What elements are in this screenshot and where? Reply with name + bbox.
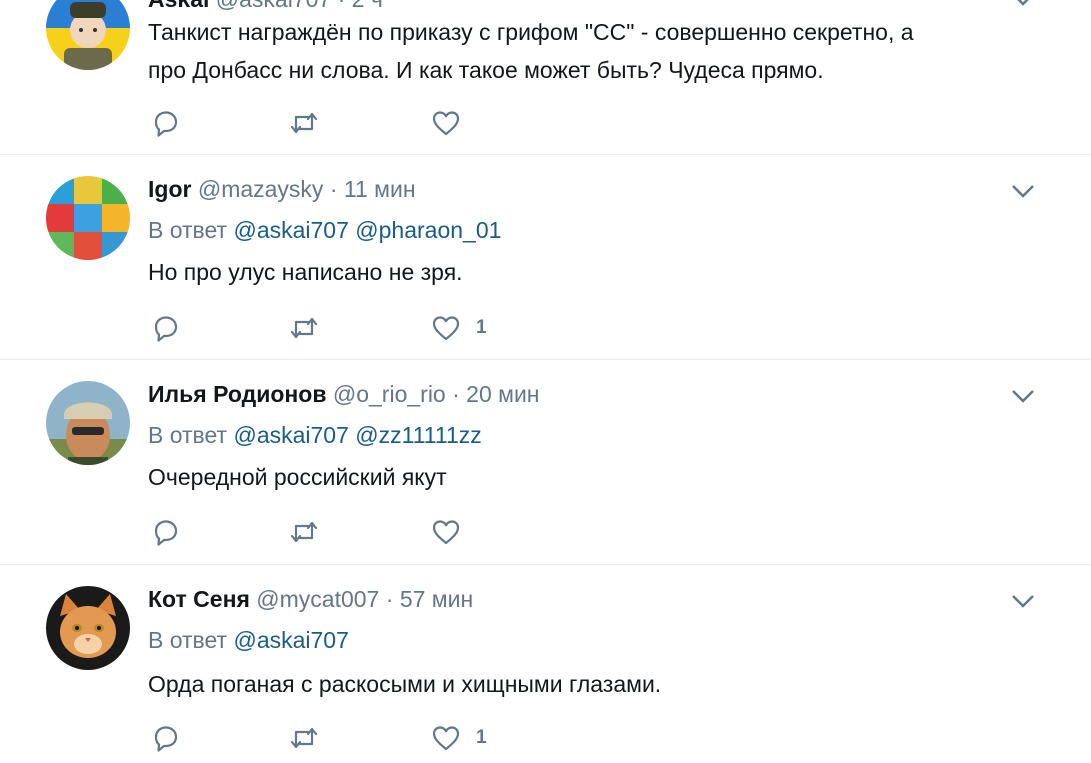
like-icon	[432, 520, 460, 545]
like-button[interactable]	[430, 107, 476, 139]
like-icon	[432, 726, 460, 751]
reply-context: В ответ @askai707	[148, 627, 349, 654]
mention-link[interactable]: @askai707	[233, 627, 348, 653]
separator: ·	[338, 0, 346, 12]
tweet: Askai @askai707 · 2 ч Танкист награждён …	[0, 0, 1091, 154]
like-icon	[432, 316, 460, 341]
chevron-down-icon[interactable]	[1010, 592, 1036, 610]
retweet-icon	[290, 521, 318, 543]
avatar[interactable]	[46, 586, 130, 670]
reply-context: В ответ @askai707 @zz11111zz	[148, 422, 482, 449]
avatar[interactable]	[46, 176, 130, 260]
mention-link[interactable]: @pharaon_01	[355, 217, 501, 243]
tweet-text-line: Танкист награждён по приказу с грифом "С…	[148, 19, 914, 45]
retweet-icon	[290, 112, 318, 134]
tweet-text: Танкист награждён по приказу с грифом "С…	[148, 13, 914, 89]
tweet: Кот Сеня @mycat007 · 57 мин В ответ @ask…	[0, 565, 1091, 763]
reply-icon	[154, 726, 178, 752]
reply-icon	[154, 520, 178, 546]
retweet-button[interactable]	[288, 312, 320, 344]
display-name[interactable]: Кот Сеня	[148, 586, 250, 612]
reply-icon	[154, 316, 178, 342]
like-count: 1	[476, 317, 487, 338]
like-count: 1	[476, 727, 487, 748]
tweet-actions: 1	[150, 722, 550, 756]
mention-link[interactable]: @askai707	[233, 422, 348, 448]
display-name[interactable]: Askai	[148, 0, 209, 12]
tweet-header: Igor @mazaysky · 11 мин	[148, 176, 416, 203]
user-handle[interactable]: @mazaysky	[198, 176, 324, 202]
retweet-icon	[290, 317, 318, 339]
reply-prefix: В ответ	[148, 217, 228, 243]
tweet-header: Кот Сеня @mycat007 · 57 мин	[148, 586, 473, 613]
retweet-button[interactable]	[288, 516, 320, 548]
chevron-down-icon[interactable]	[1010, 182, 1036, 200]
tweet-text: Орда поганая с раскосыми и хищными глаза…	[148, 671, 662, 697]
tweet-text: Но про улус написано не зря.	[148, 259, 463, 285]
reply-icon	[154, 111, 178, 137]
like-button[interactable]	[430, 516, 476, 548]
timestamp[interactable]: 2 ч	[352, 0, 383, 12]
like-button[interactable]: 1	[430, 722, 487, 754]
reply-prefix: В ответ	[148, 627, 228, 653]
reply-button[interactable]	[150, 312, 182, 344]
separator: ·	[452, 381, 460, 407]
reply-context: В ответ @askai707 @pharaon_01	[148, 217, 501, 244]
retweet-icon	[290, 727, 318, 749]
timestamp[interactable]: 57 мин	[400, 586, 473, 612]
tweet: Илья Родионов @o_rio_rio · 20 мин В отве…	[0, 360, 1091, 564]
tweet-header: Илья Родионов @o_rio_rio · 20 мин	[148, 381, 540, 408]
tweet-header: Askai @askai707 · 2 ч	[148, 0, 383, 13]
timestamp[interactable]: 11 мин	[344, 176, 416, 202]
user-handle[interactable]: @o_rio_rio	[333, 381, 446, 407]
user-handle[interactable]: @askai707	[216, 0, 331, 12]
user-handle[interactable]: @mycat007	[256, 586, 379, 612]
retweet-button[interactable]	[288, 107, 320, 139]
mention-link[interactable]: @askai707	[233, 217, 348, 243]
chevron-down-icon[interactable]	[1010, 0, 1036, 8]
avatar[interactable]	[46, 0, 130, 70]
display-name[interactable]: Igor	[148, 176, 191, 202]
timestamp[interactable]: 20 мин	[466, 381, 539, 407]
reply-prefix: В ответ	[148, 422, 228, 448]
tweet-actions	[150, 107, 550, 141]
separator: ·	[329, 176, 338, 202]
tweet-text: Очередной российский якут	[148, 464, 447, 490]
tweet-actions	[150, 516, 550, 550]
reply-button[interactable]	[150, 722, 182, 754]
tweet-text-line: про Донбасс ни слова. И как такое может …	[148, 57, 824, 83]
mention-link[interactable]: @zz11111zz	[355, 422, 481, 448]
separator: ·	[385, 586, 394, 612]
chevron-down-icon[interactable]	[1010, 387, 1036, 405]
display-name[interactable]: Илья Родионов	[148, 381, 326, 407]
avatar[interactable]	[46, 381, 130, 465]
tweet: Igor @mazaysky · 11 мин В ответ @askai70…	[0, 155, 1091, 359]
reply-button[interactable]	[150, 107, 182, 139]
reply-button[interactable]	[150, 516, 182, 548]
retweet-button[interactable]	[288, 722, 320, 754]
tweet-actions: 1	[150, 312, 550, 346]
like-button[interactable]: 1	[430, 312, 487, 344]
like-icon	[432, 111, 460, 136]
